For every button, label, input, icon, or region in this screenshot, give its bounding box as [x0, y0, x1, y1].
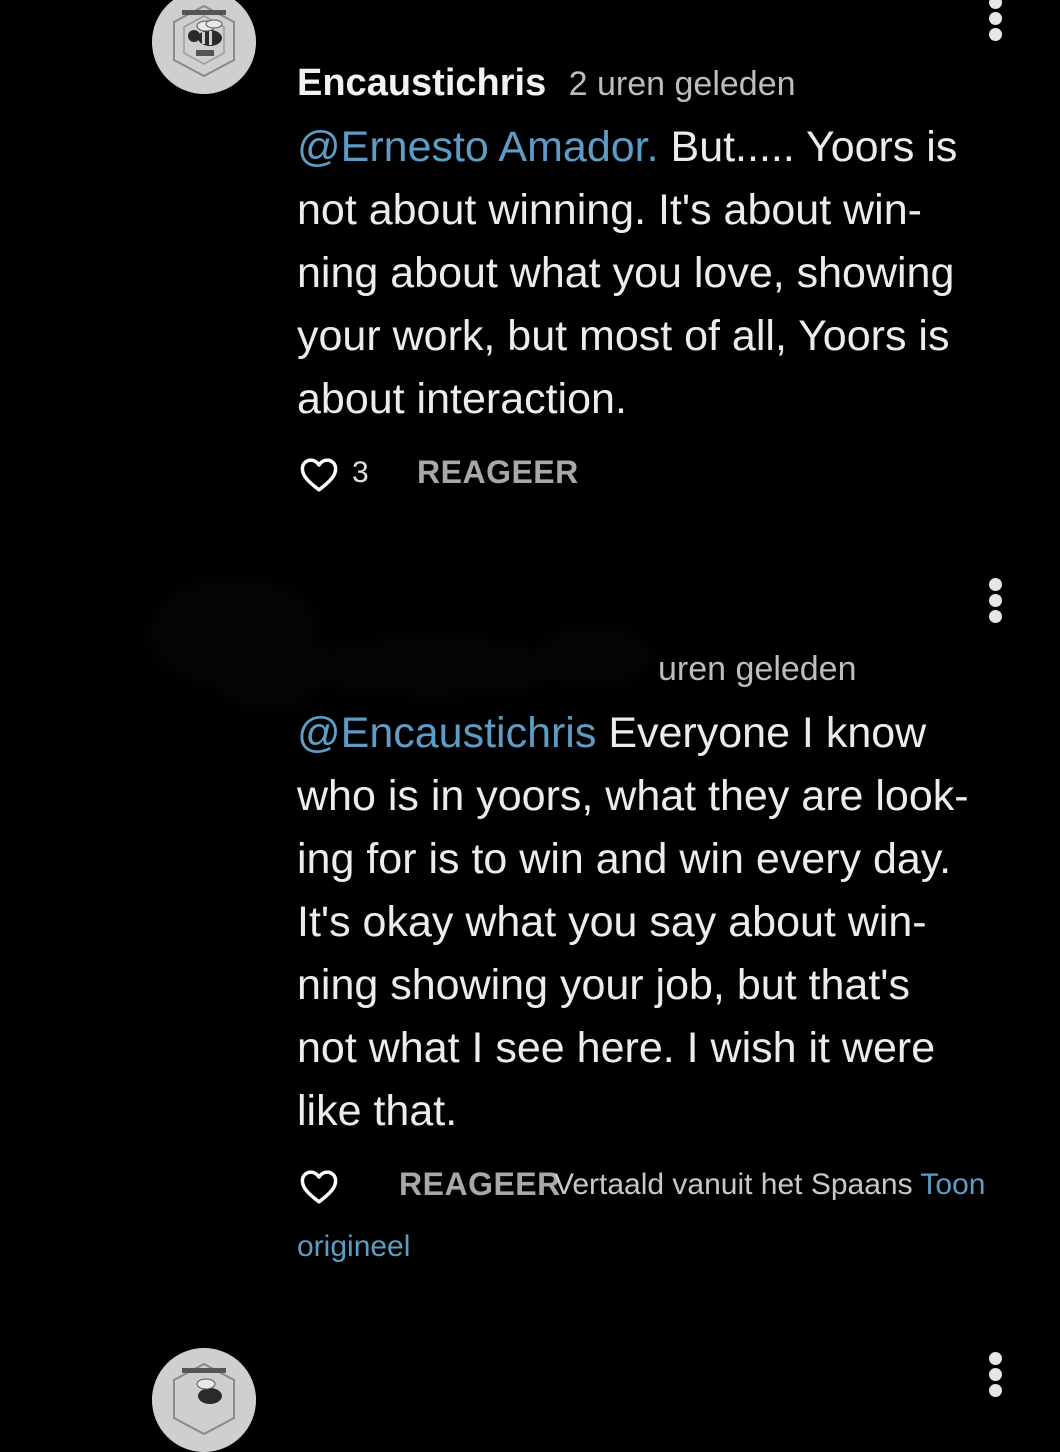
comment-line: @Ernesto Amador. But..... Yoors is [297, 116, 1027, 179]
comment-meta: uren geleden [658, 650, 857, 689]
heart-outline-icon[interactable] [297, 454, 341, 496]
show-original-link[interactable]: origineel [297, 1230, 410, 1263]
comment-text: Everyone I know [596, 709, 927, 757]
more-options-icon[interactable] [980, 1350, 1012, 1397]
comment-line: your work, but most of all, Yoors is [297, 312, 950, 360]
translation-label: Vertaald vanuit het Spaans [554, 1168, 913, 1201]
comment-body: @Encaustichris Everyone I know who is in… [297, 702, 1027, 1143]
comment-line: ing for is to win and win every day. [297, 835, 952, 883]
comment-item: uren geleden @Encaustichris Everyone I k… [0, 560, 1060, 1290]
comment-time: uren geleden [658, 650, 857, 688]
comment-line: not about winning. It's about win- [297, 186, 922, 234]
comment-item: Encaustichris 2 uren geleden @Ernesto Am… [0, 0, 1060, 540]
comment-author[interactable]: Encaustichris [297, 62, 546, 104]
translation-note: Vertaald vanuit het Spaans Toon [554, 1168, 985, 1202]
comment-line: not what I see here. I wish it were [297, 1024, 936, 1072]
comment-meta: Encaustichris 2 uren geleden [297, 62, 796, 105]
comment-body: @Ernesto Amador. But..... Yoors is not a… [297, 116, 1027, 431]
comment-line: @Encaustichris Everyone I know [297, 702, 1027, 765]
more-options-icon[interactable] [980, 0, 1012, 41]
comment-line: ning showing your job, but that's [297, 961, 910, 1009]
mention-link[interactable]: @Encaustichris [297, 709, 596, 757]
comment-item [0, 1330, 1060, 1452]
show-original-link-wrap: origineel [297, 1230, 410, 1264]
reply-button[interactable]: REAGEER [417, 454, 579, 491]
like-count: 3 [352, 456, 369, 489]
comment-line: It's okay what you say about win- [297, 898, 927, 946]
comment-line: about interaction. [297, 375, 627, 423]
bee-logo-icon [152, 0, 256, 94]
comment-line: like that. [297, 1087, 458, 1135]
comment-actions: 3 REAGEER [297, 454, 697, 498]
more-options-icon[interactable] [980, 576, 1012, 623]
comment-time: 2 uren geleden [568, 65, 796, 103]
bee-logo-icon [152, 1348, 256, 1452]
avatar[interactable] [152, 0, 256, 94]
show-original-link[interactable]: Toon [920, 1168, 985, 1201]
avatar[interactable] [152, 1348, 256, 1452]
comment-line: who is in yoors, what they are look- [297, 772, 969, 820]
heart-outline-icon[interactable] [297, 1166, 341, 1208]
mention-link[interactable]: @Ernesto Amador. [297, 123, 659, 171]
comment-text: But..... Yoors is [658, 123, 958, 171]
comment-actions: REAGEER Vertaald vanuit het Spaans Toon [297, 1166, 1017, 1210]
comment-line: ning about what you love, showing [297, 249, 955, 297]
reply-button[interactable]: REAGEER [399, 1166, 561, 1203]
